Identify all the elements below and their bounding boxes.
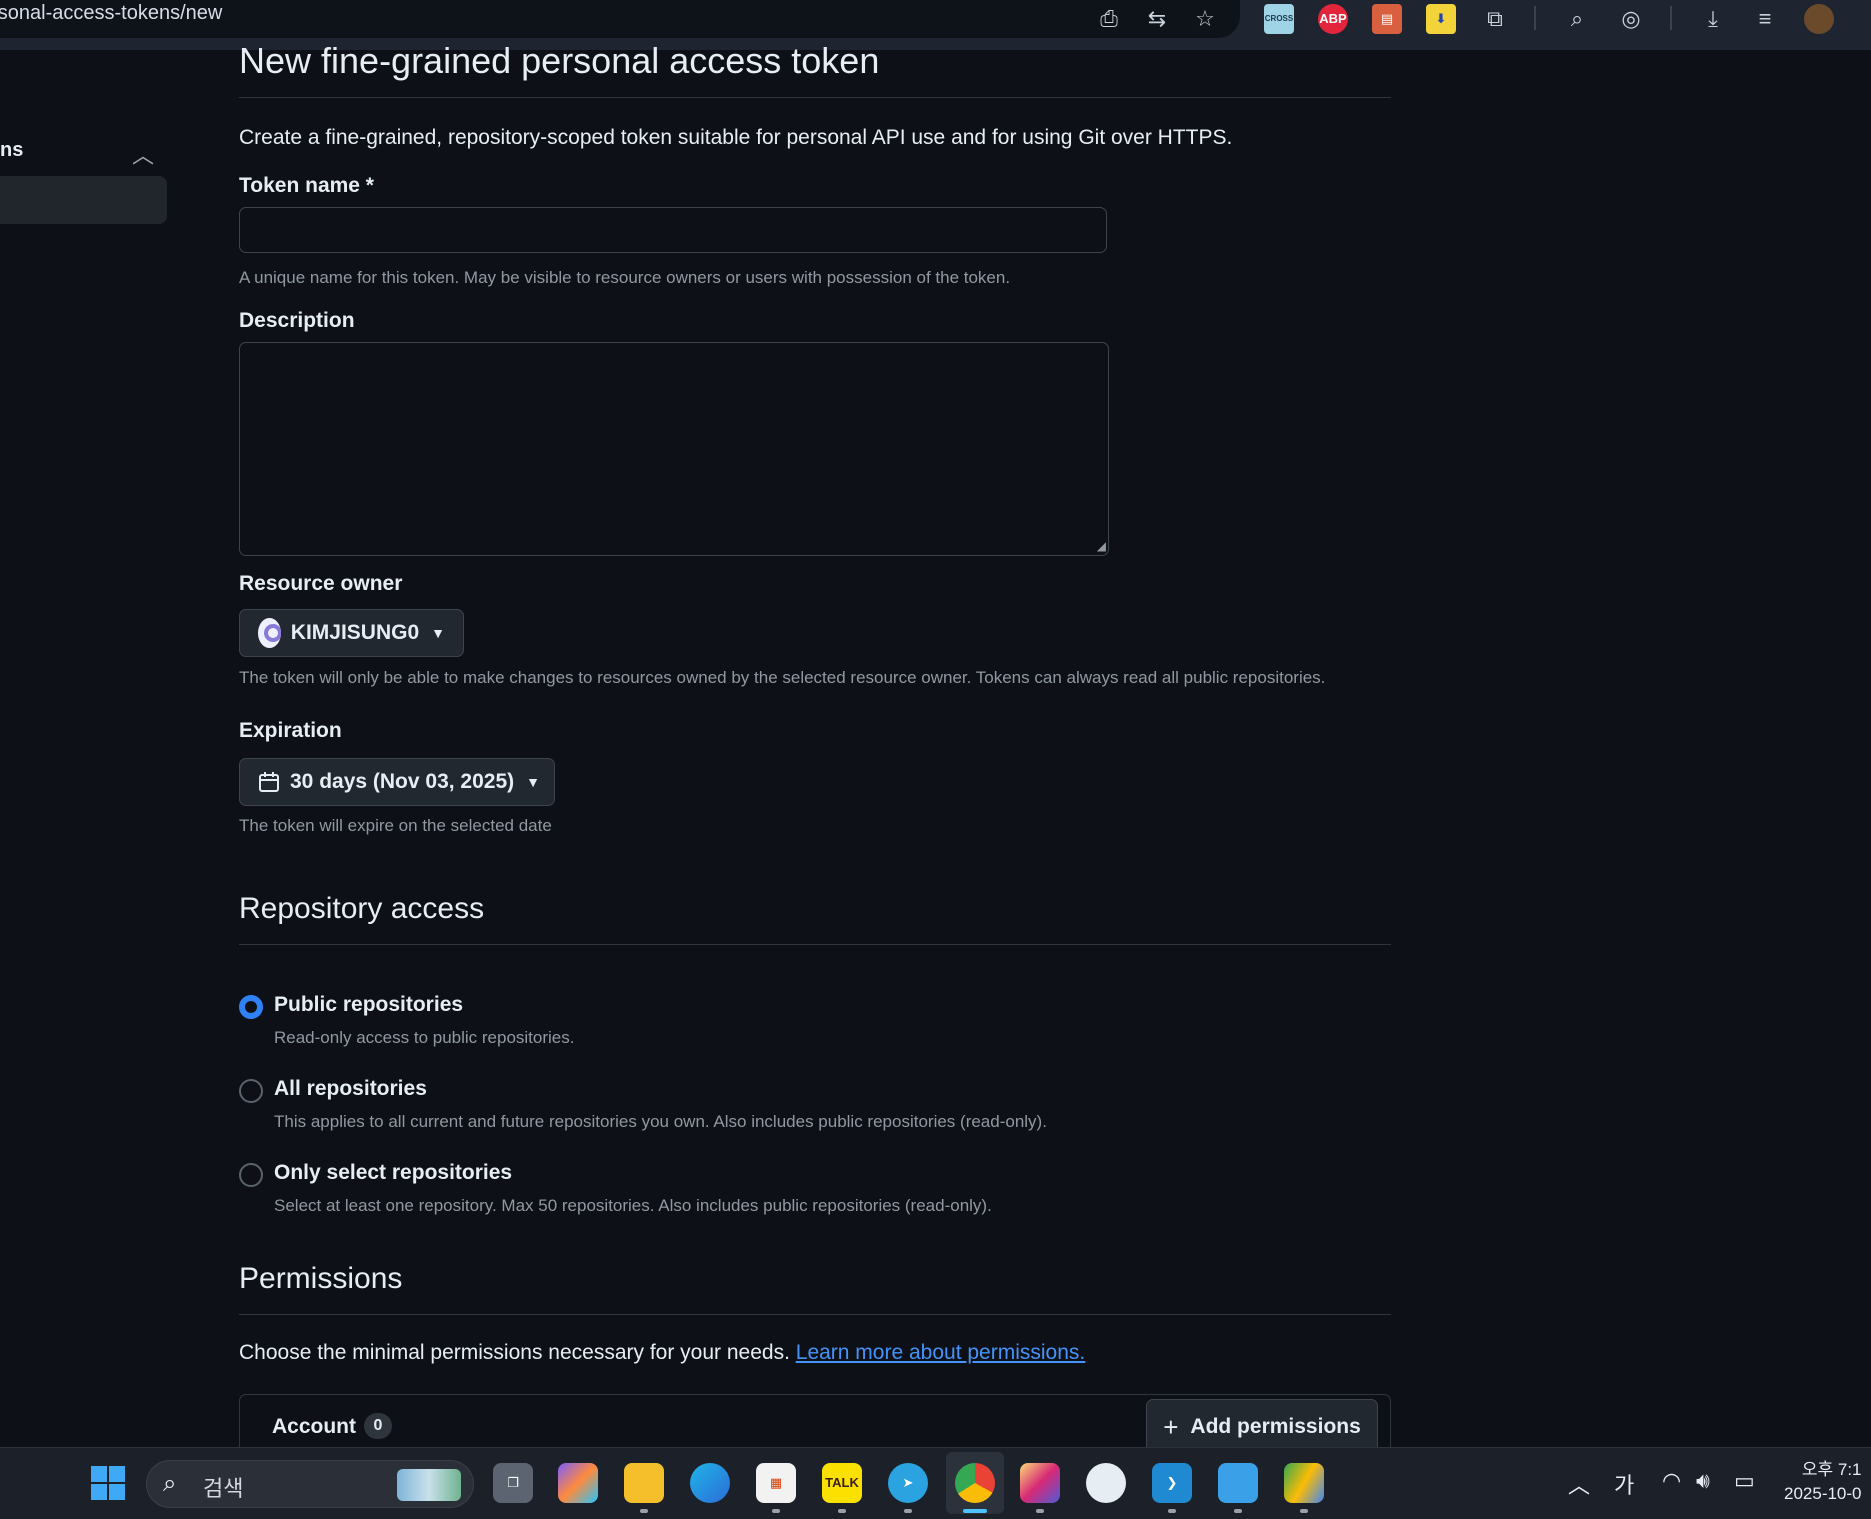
copilot-icon[interactable] — [558, 1463, 598, 1503]
url-text[interactable]: ersonal-access-tokens/new — [0, 2, 222, 25]
active-indicator — [963, 1509, 987, 1513]
translate-icon[interactable]: ⇆ — [1142, 4, 1172, 34]
adblock-plus-icon[interactable]: ABP — [1318, 4, 1348, 34]
running-indicator — [1036, 1509, 1044, 1513]
owner-avatar — [258, 618, 281, 648]
edge-icon[interactable] — [690, 1463, 730, 1503]
option-all-repositories-desc: This applies to all current and future r… — [274, 1112, 1047, 1131]
profile-avatar[interactable] — [1804, 4, 1834, 34]
taskbar-search-text: 검색 — [203, 1476, 244, 1501]
option-only-select-repositories[interactable]: Only select repositories — [274, 1161, 512, 1185]
app-icon[interactable] — [1218, 1463, 1258, 1503]
resource-owner-label: Resource owner — [239, 572, 403, 595]
lens-icon[interactable]: ◎ — [1616, 4, 1646, 34]
telegram-icon[interactable]: ➤ — [888, 1463, 928, 1503]
chevron-up-icon[interactable]: ︿ — [132, 138, 154, 170]
extension-download-icon[interactable]: ⬇ — [1426, 4, 1456, 34]
running-indicator — [838, 1509, 846, 1513]
store-icon[interactable]: ▦ — [756, 1463, 796, 1503]
running-indicator — [904, 1509, 912, 1513]
expiration-hint: The token will expire on the selected da… — [239, 816, 552, 835]
vscode-icon[interactable]: ❯ — [1152, 1463, 1192, 1503]
search-icon: ⌕ — [163, 1470, 177, 1497]
media-controls-icon[interactable]: ≡ — [1750, 4, 1780, 34]
running-indicator — [1234, 1509, 1242, 1513]
divider — [239, 944, 1391, 945]
taskbar-search[interactable]: ⌕ 검색 — [146, 1460, 474, 1508]
token-name-label: Token name * — [239, 174, 374, 197]
resize-handle-icon[interactable]: ◢ — [1097, 539, 1106, 553]
ime-indicator[interactable]: 가 — [1614, 1468, 1634, 1500]
sidebar-item-active[interactable] — [0, 176, 167, 224]
running-indicator — [640, 1509, 648, 1513]
google-drive-icon[interactable] — [1284, 1463, 1324, 1503]
account-permissions-count: 0 — [364, 1413, 392, 1439]
extension-crossex-icon[interactable]: CROSS — [1264, 4, 1294, 34]
permissions-intro: Choose the minimal permissions necessary… — [239, 1341, 1085, 1365]
task-view-icon[interactable]: ❐ — [493, 1463, 533, 1503]
plus-icon: + — [1163, 1411, 1179, 1442]
toolbar-divider — [1534, 6, 1536, 30]
install-app-icon[interactable]: ⎙ — [1094, 4, 1124, 34]
extensions-puzzle-icon[interactable]: ⧉ — [1480, 4, 1510, 34]
running-indicator — [1300, 1509, 1308, 1513]
option-public-repositories-desc: Read-only access to public repositories. — [274, 1028, 575, 1047]
permissions-text: Choose the minimal permissions necessary… — [239, 1341, 790, 1364]
chrome-icon[interactable] — [955, 1463, 995, 1503]
add-permissions-label: Add permissions — [1190, 1415, 1361, 1438]
extension-print-icon[interactable]: ▤ — [1372, 4, 1402, 34]
option-public-repositories[interactable]: Public repositories — [274, 993, 463, 1017]
description-label: Description — [239, 309, 355, 332]
calendar-icon — [258, 771, 280, 793]
github-icon[interactable] — [1086, 1463, 1126, 1503]
caret-down-icon: ▼ — [431, 625, 445, 641]
kakaotalk-icon[interactable]: TALK — [822, 1463, 862, 1503]
option-all-repositories[interactable]: All repositories — [274, 1077, 427, 1101]
clock-time: 오후 7:1 — [1801, 1460, 1862, 1479]
bookmark-star-icon[interactable]: ☆ — [1190, 4, 1220, 34]
page-intro: Create a fine-grained, repository-scoped… — [239, 126, 1233, 149]
divider — [239, 97, 1391, 98]
page-title: New fine-grained personal access token — [239, 40, 880, 81]
volume-icon[interactable]: 🔊︎ — [1696, 1468, 1710, 1494]
reading-mode-icon[interactable]: ⌕ — [1562, 4, 1592, 34]
windows-taskbar: ⌕ 검색 ❐ ▦ TALK ➤ ❯ ︿ 가 ◠ 🔊︎ ▭ 오후 7:1 2025… — [0, 1447, 1871, 1519]
wifi-icon[interactable]: ◠ — [1662, 1468, 1681, 1494]
learn-more-permissions-link[interactable]: Learn more about permissions. — [796, 1341, 1085, 1364]
divider — [239, 1314, 1391, 1315]
battery-icon[interactable]: ▭ — [1734, 1468, 1755, 1494]
radio-all-repositories[interactable] — [239, 1079, 263, 1103]
start-icon[interactable] — [88, 1463, 128, 1503]
repository-access-heading: Repository access — [239, 892, 485, 925]
account-permissions-label: Account — [272, 1415, 356, 1438]
resource-owner-value: KIMJISUNG0 — [290, 621, 420, 644]
expiration-dropdown[interactable]: 30 days (Nov 03, 2025) ▼ — [239, 758, 555, 806]
radio-only-select-repositories[interactable] — [239, 1163, 263, 1187]
permissions-heading: Permissions — [239, 1262, 403, 1295]
running-indicator — [1168, 1509, 1176, 1513]
caret-down-icon: ▼ — [526, 774, 540, 790]
resource-owner-hint: The token will only be able to make chan… — [239, 668, 1326, 687]
show-hidden-icons-icon[interactable]: ︿ — [1568, 1468, 1590, 1500]
expiration-value: 30 days (Nov 03, 2025) — [290, 770, 515, 793]
running-indicator — [772, 1509, 780, 1513]
downloads-icon[interactable]: ⤓ — [1698, 4, 1728, 34]
clock-date: 2025-10-0 — [1784, 1484, 1862, 1503]
expiration-label: Expiration — [239, 719, 342, 742]
file-explorer-icon[interactable] — [624, 1463, 664, 1503]
resource-owner-dropdown[interactable]: KIMJISUNG0 ▼ — [239, 609, 464, 657]
option-only-select-repositories-desc: Select at least one repository. Max 50 r… — [274, 1196, 992, 1215]
instagram-icon[interactable] — [1020, 1463, 1060, 1503]
token-name-hint: A unique name for this token. May be vis… — [239, 268, 1011, 287]
sidebar-section-label[interactable]: ns — [0, 139, 23, 162]
radio-public-repositories[interactable] — [239, 995, 263, 1019]
toolbar-divider — [1670, 6, 1672, 30]
description-textarea[interactable]: ◢ — [239, 342, 1109, 556]
token-name-input[interactable] — [239, 207, 1107, 253]
taskbar-clock[interactable]: 오후 7:1 2025-10-0 — [1784, 1458, 1862, 1506]
search-highlight-image — [397, 1469, 461, 1501]
address-bar[interactable]: ersonal-access-tokens/new ⎙ ⇆ ☆ — [0, 0, 1240, 38]
